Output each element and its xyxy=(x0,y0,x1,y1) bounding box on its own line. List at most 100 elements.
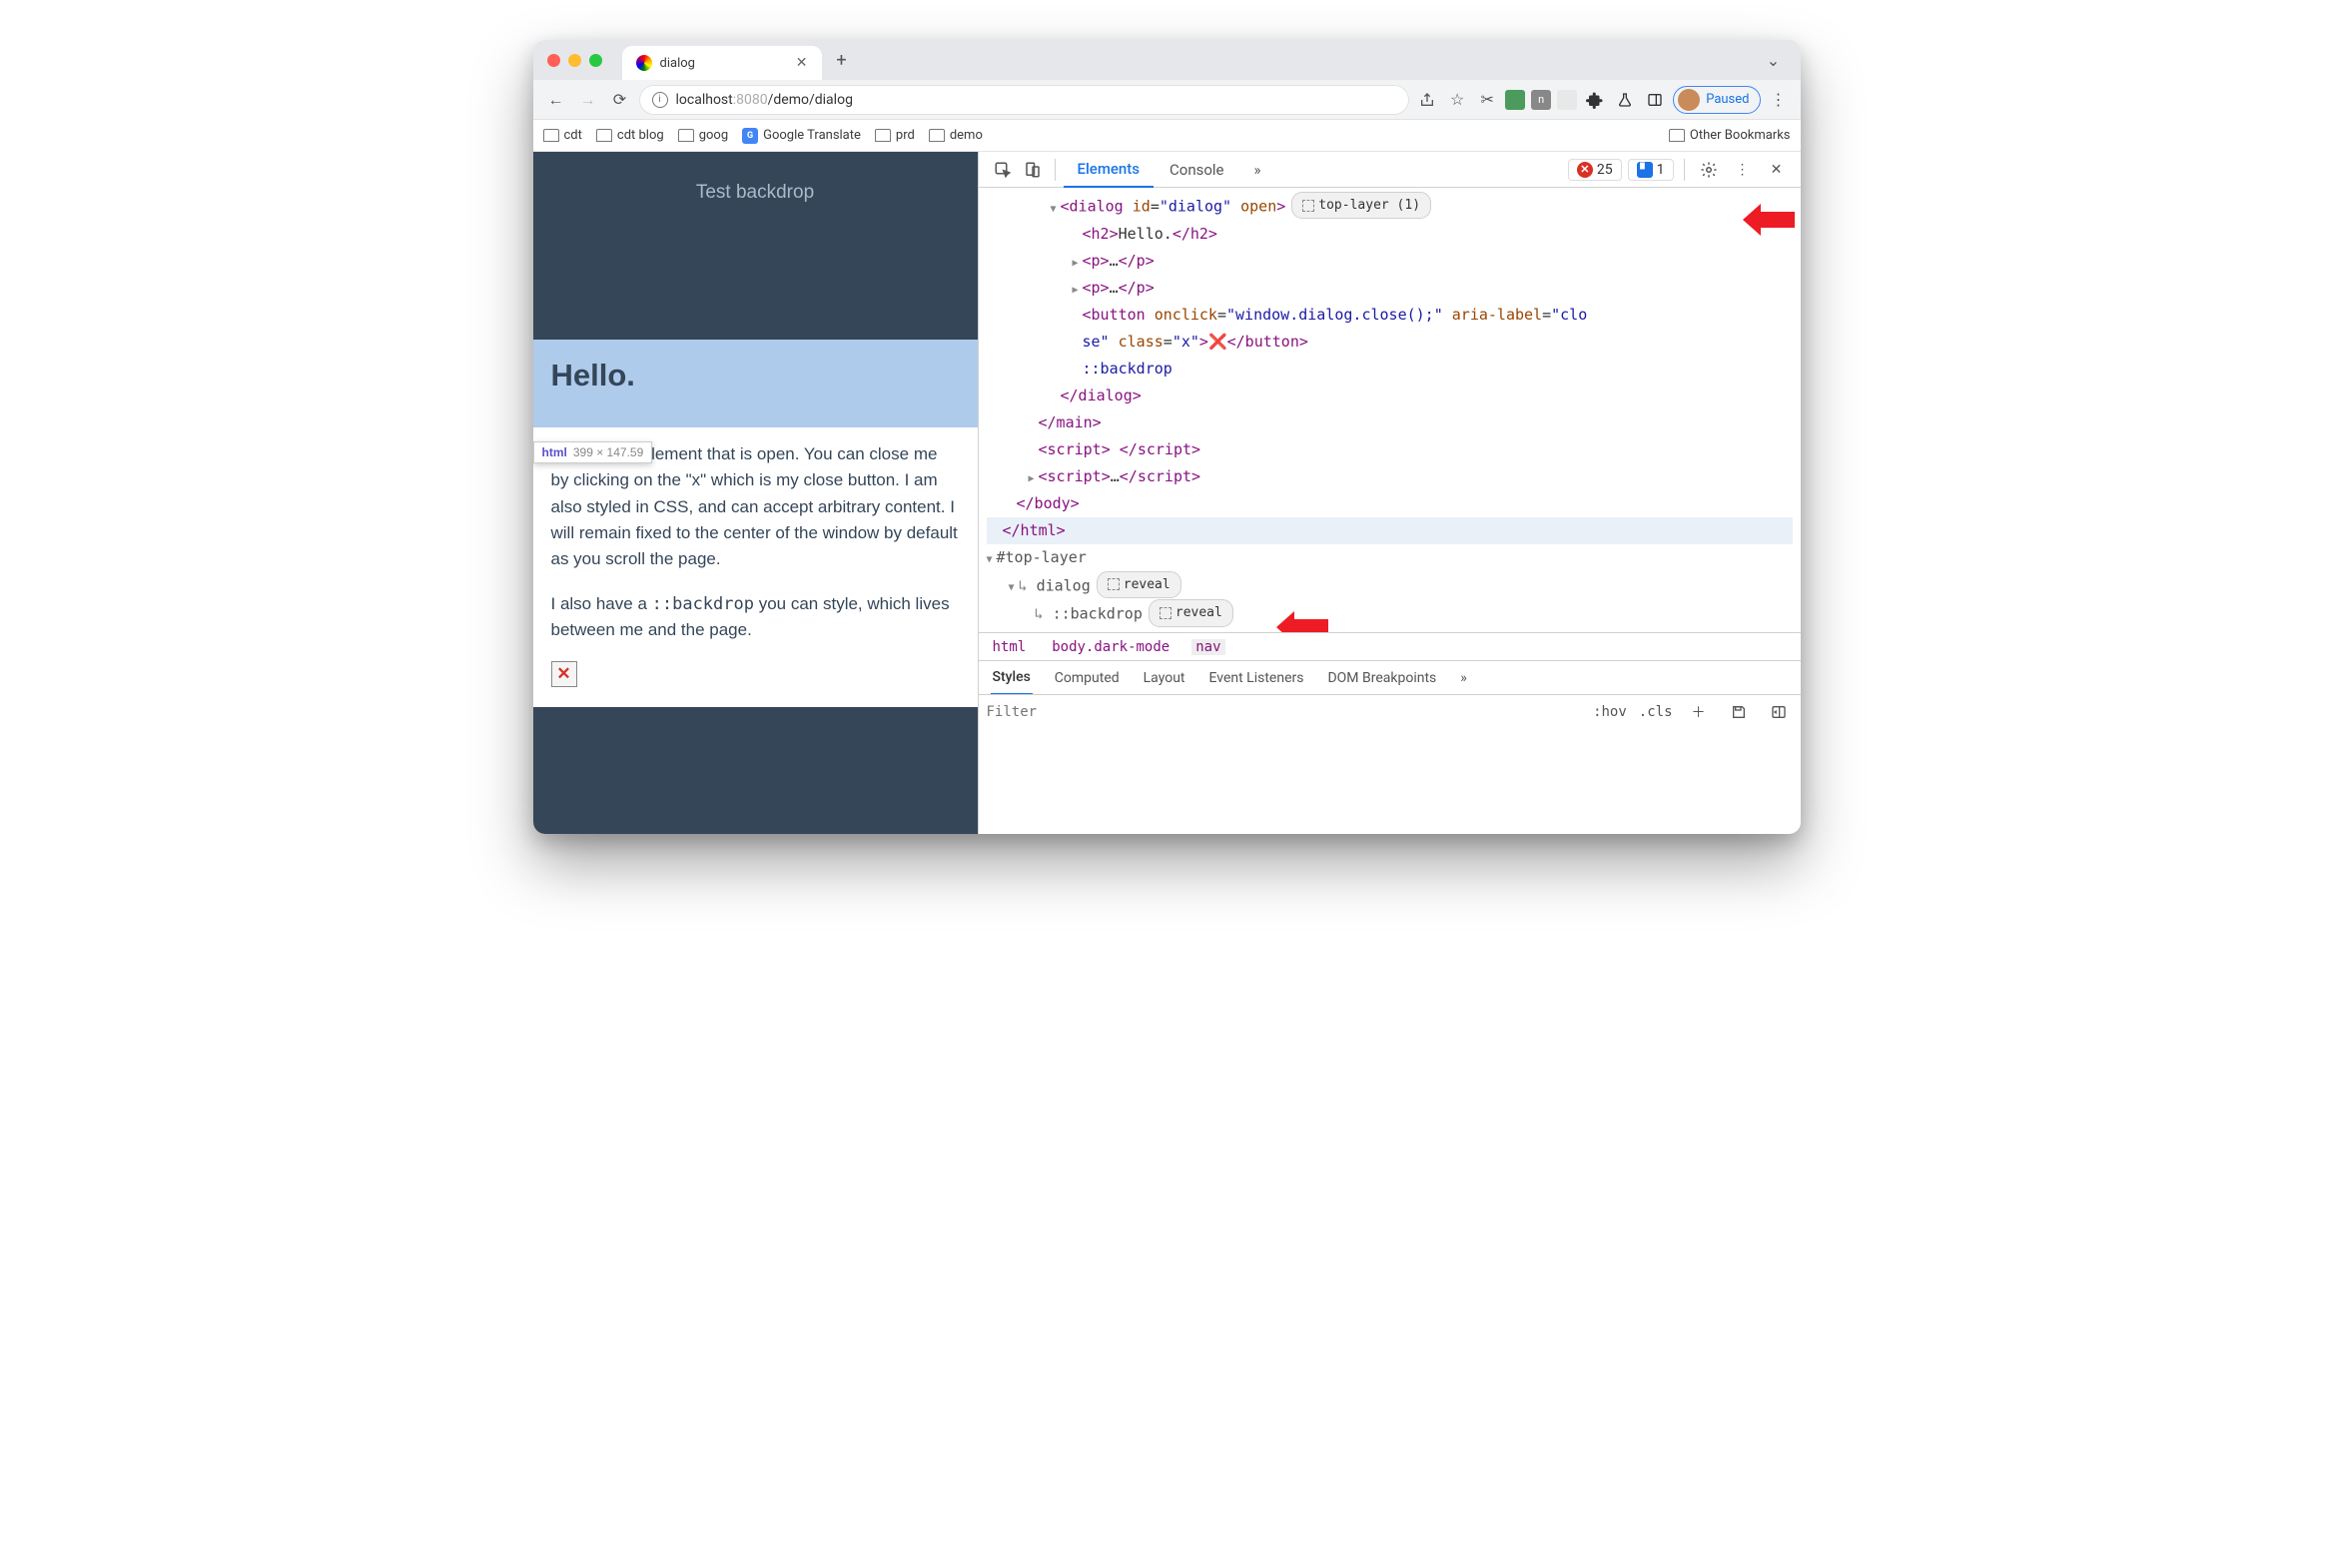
tree-dialog-open[interactable]: ▼<dialog id="dialog" open>top-layer (1) xyxy=(987,192,1793,221)
extension-n[interactable]: n xyxy=(1531,90,1551,110)
styles-filter-input[interactable] xyxy=(987,704,1584,720)
titlebar: dialog ✕ + ⌄ xyxy=(533,40,1801,80)
devtools-panel: Elements Console » ✕25 ▘1 ⋮ ✕ ▼<dialog i… xyxy=(978,152,1801,834)
forward-button[interactable]: → xyxy=(575,87,601,113)
save-style-icon[interactable] xyxy=(1725,698,1753,726)
tab-elements[interactable]: Elements xyxy=(1064,152,1155,188)
styles-tab-computed[interactable]: Computed xyxy=(1053,661,1122,695)
new-style-rule-icon[interactable]: ＋ xyxy=(1685,698,1713,726)
styles-tab-more[interactable]: » xyxy=(1458,661,1469,695)
close-window-button[interactable] xyxy=(547,54,560,67)
back-button[interactable]: ← xyxy=(543,87,569,113)
tree-dialog-close[interactable]: </dialog> xyxy=(987,383,1793,409)
star-icon[interactable]: ☆ xyxy=(1445,88,1469,112)
bookmark-prd[interactable]: prd xyxy=(875,128,915,143)
folder-icon xyxy=(596,129,612,142)
devtools-tabbar: Elements Console » ✕25 ▘1 ⋮ ✕ xyxy=(979,152,1801,188)
favicon xyxy=(636,55,652,71)
tab-close-icon[interactable]: ✕ xyxy=(796,55,808,71)
device-toggle-icon[interactable] xyxy=(1019,156,1047,184)
dialog-close-button[interactable]: ✕ xyxy=(551,661,577,687)
tooltip-tag: html xyxy=(542,445,567,459)
share-icon[interactable] xyxy=(1415,88,1439,112)
styles-tab-dom-breakpoints[interactable]: DOM Breakpoints xyxy=(1325,661,1438,695)
tree-top-layer-backdrop[interactable]: ↳ ::backdropreveal xyxy=(987,599,1793,628)
bookmarks-bar: cdt cdt blog goog GGoogle Translate prd … xyxy=(533,120,1801,152)
maximize-window-button[interactable] xyxy=(589,54,602,67)
tree-p1[interactable]: ▶<p>…</p> xyxy=(987,248,1793,275)
extension-light[interactable] xyxy=(1557,90,1577,110)
bookmark-cdt-blog[interactable]: cdt blog xyxy=(596,128,664,143)
inspect-element-icon[interactable] xyxy=(989,156,1017,184)
tree-script-collapsed[interactable]: ▶<script>…</script> xyxy=(987,463,1793,490)
extension-green[interactable] xyxy=(1505,90,1525,110)
reload-button[interactable]: ⟳ xyxy=(607,87,633,113)
crumb-body[interactable]: body.dark-mode xyxy=(1048,639,1173,655)
kebab-menu-icon[interactable]: ⋮ xyxy=(1767,88,1791,112)
divider xyxy=(1055,159,1056,181)
folder-icon xyxy=(678,129,694,142)
tooltip-dimensions: 399 × 147.59 xyxy=(573,445,643,459)
tabs-menu-chevron-icon[interactable]: ⌄ xyxy=(1761,47,1787,73)
styles-tab-event-listeners[interactable]: Event Listeners xyxy=(1207,661,1306,695)
tree-top-layer[interactable]: ▼#top-layer xyxy=(987,544,1793,571)
styles-tab-styles[interactable]: Styles xyxy=(991,661,1033,695)
tree-button-line1[interactable]: <button onclick="window.dialog.close();"… xyxy=(987,302,1793,329)
devtools-tab-right: ✕25 ▘1 ⋮ ✕ xyxy=(1568,156,1791,184)
tree-backdrop[interactable]: ::backdrop xyxy=(987,356,1793,383)
bookmark-goog[interactable]: goog xyxy=(678,128,728,143)
tree-button-line2[interactable]: se" class="x">❌</button> xyxy=(987,329,1793,356)
hov-toggle[interactable]: :hov xyxy=(1593,704,1627,720)
extensions-puzzle-icon[interactable] xyxy=(1583,88,1607,112)
cls-toggle[interactable]: .cls xyxy=(1639,704,1673,720)
site-info-icon[interactable]: i xyxy=(652,92,668,108)
computed-toggle-icon[interactable] xyxy=(1765,698,1793,726)
reveal-badge[interactable]: reveal xyxy=(1097,571,1181,598)
tab-title: dialog xyxy=(660,56,788,71)
tree-script-empty[interactable]: <script> </script> xyxy=(987,436,1793,463)
address-text: localhost:8080/demo/dialog xyxy=(676,92,853,108)
tree-h2[interactable]: <h2>Hello.</h2> xyxy=(987,221,1793,248)
sidepanel-icon[interactable] xyxy=(1643,88,1667,112)
browser-tab[interactable]: dialog ✕ xyxy=(622,46,822,80)
styles-tab-layout[interactable]: Layout xyxy=(1142,661,1187,695)
devtools-close-icon[interactable]: ✕ xyxy=(1763,156,1791,184)
minimize-window-button[interactable] xyxy=(568,54,581,67)
styles-filter-row: :hov .cls ＋ xyxy=(979,694,1801,728)
new-tab-button[interactable]: + xyxy=(828,46,856,74)
test-backdrop-button[interactable]: Test backdrop xyxy=(533,152,978,234)
tree-p2[interactable]: ▶<p>…</p> xyxy=(987,275,1793,302)
tree-html-close[interactable]: </html> xyxy=(987,517,1793,544)
crumb-html[interactable]: html xyxy=(989,639,1031,655)
other-bookmarks[interactable]: Other Bookmarks xyxy=(1669,128,1791,143)
dialog-heading: Hello. xyxy=(551,358,960,393)
bookmark-google-translate[interactable]: GGoogle Translate xyxy=(742,128,861,144)
folder-icon xyxy=(875,129,891,142)
profile-label: Paused xyxy=(1706,92,1749,107)
bookmark-cdt[interactable]: cdt xyxy=(543,128,582,143)
toolbar: ← → ⟳ i localhost:8080/demo/dialog ☆ ✂ n… xyxy=(533,80,1801,120)
tree-body-close[interactable]: </body> xyxy=(987,490,1793,517)
crumb-nav[interactable]: nav xyxy=(1191,639,1224,655)
profile-chip[interactable]: Paused xyxy=(1673,86,1760,114)
scissors-icon[interactable]: ✂ xyxy=(1475,88,1499,112)
address-bar[interactable]: i localhost:8080/demo/dialog xyxy=(639,85,1410,115)
reveal-badge[interactable]: reveal xyxy=(1149,599,1233,626)
bookmark-demo[interactable]: demo xyxy=(929,128,983,143)
avatar xyxy=(1678,89,1700,111)
issues-badge[interactable]: ▘1 xyxy=(1628,159,1674,181)
tree-main-close[interactable]: </main> xyxy=(987,409,1793,436)
elements-tree[interactable]: ▼<dialog id="dialog" open>top-layer (1) … xyxy=(979,188,1801,632)
tree-top-layer-dialog[interactable]: ▼↳ dialogreveal xyxy=(987,571,1793,600)
devtools-kebab-icon[interactable]: ⋮ xyxy=(1729,156,1757,184)
content-split: Test backdrop Hello. I'm a dialog elemen… xyxy=(533,152,1801,834)
top-layer-badge[interactable]: top-layer (1) xyxy=(1291,192,1431,219)
tab-more[interactable]: » xyxy=(1240,152,1275,188)
callout-arrow-icon xyxy=(1274,593,1328,632)
errors-badge[interactable]: ✕25 xyxy=(1568,159,1622,181)
settings-gear-icon[interactable] xyxy=(1695,156,1723,184)
folder-icon xyxy=(543,129,559,142)
tab-console[interactable]: Console xyxy=(1156,152,1238,188)
folder-icon xyxy=(929,129,945,142)
labs-flask-icon[interactable] xyxy=(1613,88,1637,112)
